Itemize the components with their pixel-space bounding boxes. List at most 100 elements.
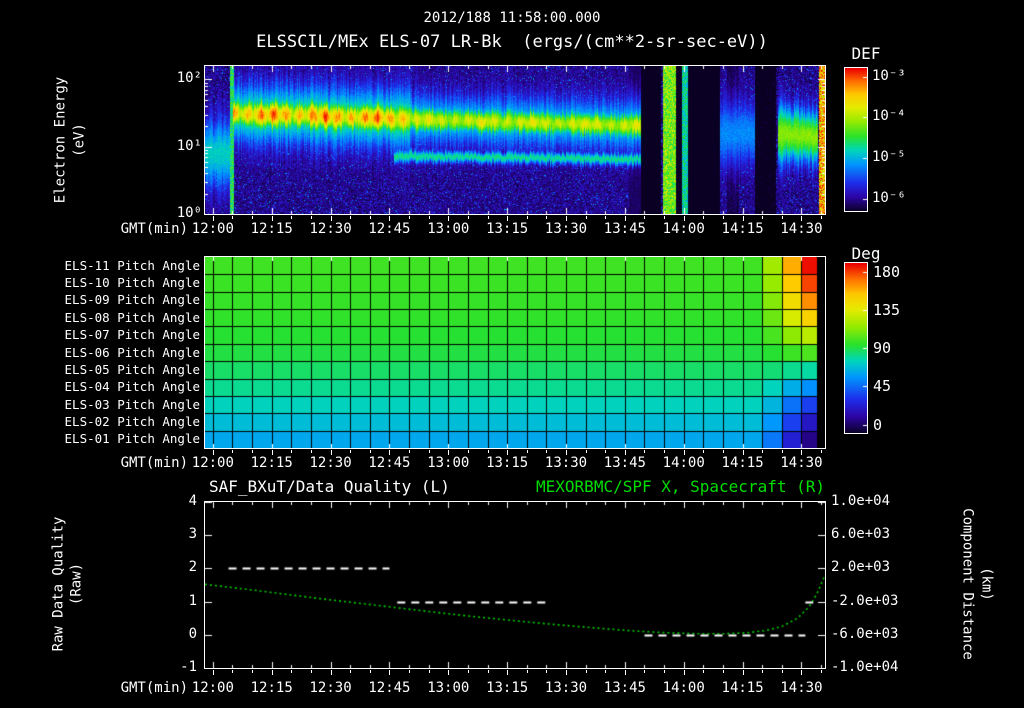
pitch-angle-panel	[204, 256, 826, 449]
time-tick-label: 13:30	[544, 680, 588, 696]
time-tick-label: 14:15	[721, 455, 764, 471]
x-tick-minor	[488, 670, 489, 673]
x-tick-major	[625, 450, 626, 455]
time-tick-label: 12:00	[191, 455, 234, 471]
x-tick-minor	[586, 216, 587, 219]
title-datetime: 2012/188 11:58:00.000	[423, 10, 601, 26]
distance-y-tick-label: 1.0e+04	[831, 493, 891, 509]
electron-spectrogram-panel	[204, 65, 826, 215]
x-tick-minor	[468, 216, 469, 219]
spectrogram-y-tick-label: 10²	[176, 70, 202, 87]
x-tick-minor	[782, 450, 783, 453]
time-tick-label: 14:00	[662, 680, 705, 696]
quality-y-axis-units: (Raw)	[68, 562, 85, 606]
time-tick-label: 12:00	[191, 221, 234, 237]
x-tick-minor	[546, 450, 547, 453]
spectrogram-y-axis-units: (eV)	[71, 123, 88, 157]
x-tick-minor	[664, 670, 665, 673]
time-tick-label: 14:00	[662, 455, 705, 471]
x-tick-minor	[232, 216, 233, 219]
x-tick-minor	[586, 670, 587, 673]
x-tick-major	[448, 216, 449, 221]
pitch-angle-heatmap	[205, 257, 825, 448]
x-tick-minor	[488, 450, 489, 453]
x-tick-major	[684, 450, 685, 455]
time-tick-label: 12:00	[191, 680, 234, 696]
quality-y-tick-label: 2	[188, 559, 197, 576]
x-tick-minor	[350, 216, 351, 219]
x-tick-minor	[703, 450, 704, 453]
x-tick-minor	[429, 670, 430, 673]
x-tick-major	[625, 216, 626, 221]
x-tick-minor	[762, 670, 763, 673]
distance-y-tick-label: -2.0e+03	[831, 592, 899, 609]
x-tick-minor	[782, 670, 783, 673]
time-axis-unit-label: GMT(min)	[120, 455, 188, 471]
time-tick-label: 14:30	[780, 680, 823, 696]
x-tick-minor	[370, 670, 371, 673]
pitch-row-label: ELS-08 Pitch Angle	[64, 309, 200, 325]
distance-y-axis-units: (km)	[978, 567, 995, 601]
spectrogram-y-axis-label: Electron Energy	[52, 76, 69, 204]
x-tick-minor	[644, 216, 645, 219]
x-tick-minor	[586, 450, 587, 453]
x-tick-major	[801, 216, 802, 221]
deg-colorbar-tick-label: 0	[873, 415, 883, 434]
x-tick-minor	[762, 216, 763, 219]
def-colorbar	[844, 67, 868, 212]
x-tick-minor	[291, 670, 292, 673]
x-tick-minor	[723, 450, 724, 453]
time-tick-label: 14:15	[721, 680, 764, 696]
x-tick-minor	[291, 216, 292, 219]
pitch-row-label: ELS-10 Pitch Angle	[64, 275, 200, 291]
time-tick-label: 13:15	[486, 221, 529, 237]
x-tick-minor	[232, 450, 233, 453]
x-tick-major	[801, 670, 802, 675]
quality-y-tick-label: 4	[188, 493, 197, 509]
deg-colorbar-tick-label: 90	[873, 339, 892, 357]
x-tick-minor	[605, 216, 606, 219]
x-tick-major	[625, 670, 626, 675]
quality-y-tick-label: 0	[188, 625, 197, 642]
time-tick-label: 12:30	[309, 455, 352, 471]
x-tick-major	[448, 670, 449, 675]
time-tick-label: 12:45	[368, 221, 411, 237]
x-tick-minor	[605, 450, 606, 453]
def-colorbar-tick-label: 10⁻³	[872, 67, 906, 84]
x-tick-major	[684, 216, 685, 221]
quality-y-tick-label: 3	[188, 526, 197, 543]
x-tick-minor	[370, 216, 371, 219]
x-tick-minor	[311, 216, 312, 219]
time-tick-label: 12:30	[309, 680, 352, 696]
x-tick-minor	[703, 216, 704, 219]
quality-y-axis-label: Raw Data Quality	[50, 516, 67, 652]
def-colorbar-gradient	[845, 68, 867, 211]
x-tick-major	[507, 450, 508, 455]
x-tick-minor	[252, 670, 253, 673]
x-tick-minor	[252, 216, 253, 219]
x-tick-major	[507, 216, 508, 221]
time-tick-label: 13:45	[603, 680, 646, 696]
x-tick-major	[331, 450, 332, 455]
def-colorbar-tick-label: 10⁻⁴	[872, 108, 906, 125]
x-tick-minor	[644, 450, 645, 453]
x-tick-major	[801, 450, 802, 455]
x-tick-major	[743, 216, 744, 221]
quality-y-tick-label: 1	[188, 592, 197, 609]
def-colorbar-tick-label: 10⁻⁵	[872, 149, 906, 166]
x-tick-major	[743, 450, 744, 455]
pitch-row-label: ELS-06 Pitch Angle	[64, 344, 200, 360]
distance-y-tick-label: -1.0e+04	[831, 659, 899, 675]
x-tick-minor	[488, 216, 489, 219]
x-tick-major	[507, 670, 508, 675]
pitch-row-label: ELS-03 Pitch Angle	[64, 396, 200, 412]
x-tick-minor	[664, 450, 665, 453]
x-tick-minor	[370, 450, 371, 453]
time-tick-label: 13:00	[427, 455, 470, 471]
x-tick-major	[389, 670, 390, 675]
pitch-row-label: ELS-07 Pitch Angle	[64, 327, 200, 343]
x-tick-minor	[762, 450, 763, 453]
time-tick-label: 13:30	[544, 221, 588, 237]
pitch-row-label: ELS-04 Pitch Angle	[64, 379, 200, 395]
spectrogram-y-tick-label: 10¹	[176, 137, 202, 154]
